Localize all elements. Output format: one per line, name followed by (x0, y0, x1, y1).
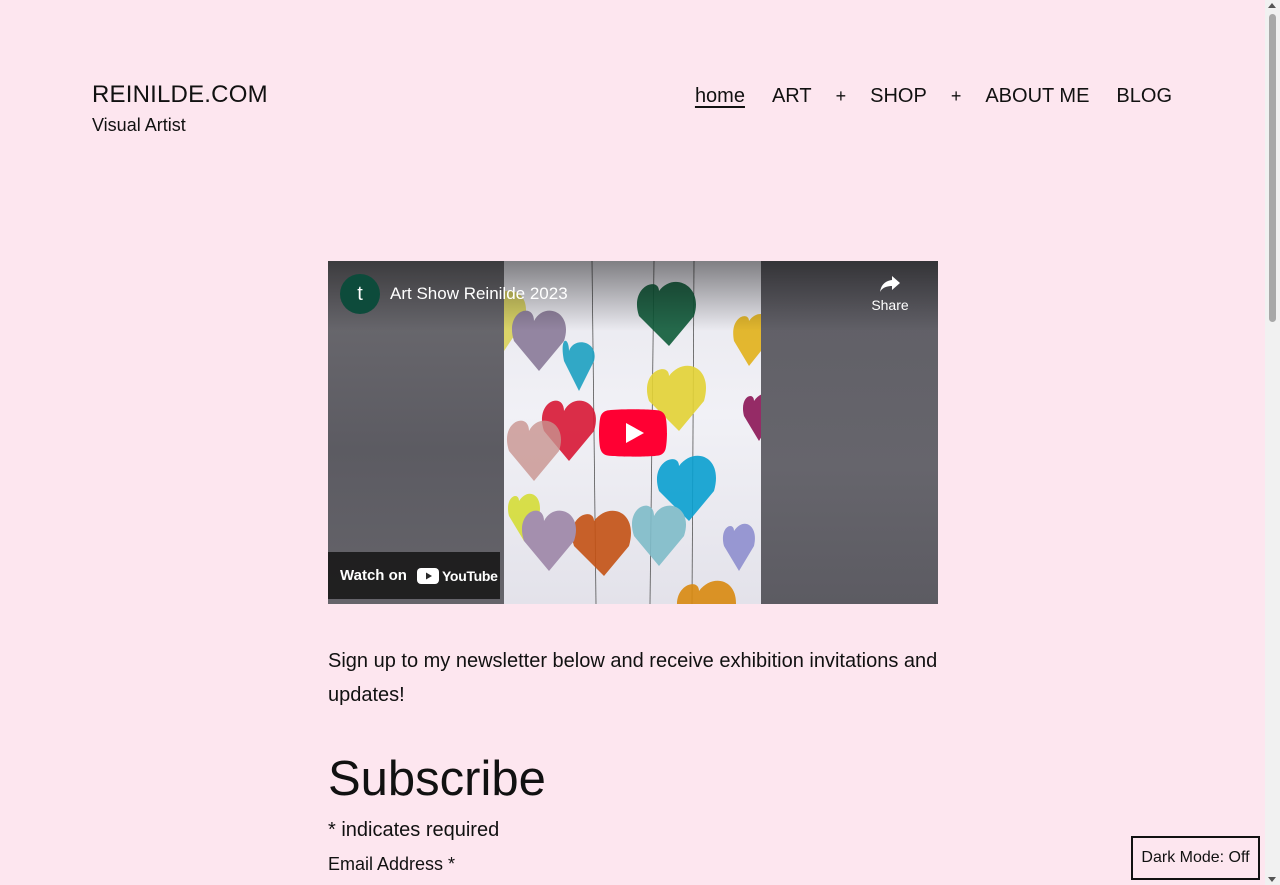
branding: REINILDE.COM Visual Artist (92, 80, 268, 136)
site-title-link[interactable]: REINILDE.COM (92, 80, 268, 110)
video-title[interactable]: Art Show Reinilde 2023 (390, 284, 568, 304)
email-address-label: Email Address * (328, 854, 456, 874)
scroll-thumb[interactable] (1269, 14, 1276, 322)
nav-item-shop[interactable]: SHOP (870, 82, 927, 110)
nav-item-art[interactable]: ART (772, 82, 812, 110)
share-button[interactable]: Share (870, 275, 910, 313)
subscribe-heading: Subscribe (328, 752, 546, 806)
site-header: REINILDE.COM Visual Artist home ART + SH… (0, 0, 1265, 200)
youtube-play-icon (416, 567, 439, 584)
main-content: Sign up to my newsletter below and recei… (328, 644, 940, 876)
youtube-wordmark: YouTube (441, 567, 498, 584)
youtube-logo: YouTube (416, 567, 498, 584)
watch-on-youtube-link[interactable]: Watch on YouTube (328, 552, 500, 599)
nav-item-about-me[interactable]: ABOUT ME (985, 82, 1089, 110)
dark-mode-toggle[interactable]: Dark Mode: Off (1131, 836, 1260, 880)
page-scrollbar[interactable] (1265, 0, 1280, 885)
nav-item-blog[interactable]: BLOG (1116, 82, 1172, 110)
channel-avatar[interactable]: t (340, 274, 380, 314)
shop-submenu-toggle[interactable]: + (947, 82, 966, 110)
primary-nav: home ART + SHOP + ABOUT ME BLOG (695, 82, 1172, 110)
art-submenu-toggle[interactable]: + (832, 82, 851, 110)
share-label: Share (871, 297, 909, 313)
nav-item-home[interactable]: home (695, 82, 745, 110)
share-arrow-icon (880, 276, 900, 292)
newsletter-intro: Sign up to my newsletter below and recei… (328, 650, 938, 706)
scroll-up-arrow-icon[interactable] (1268, 3, 1276, 8)
scroll-down-arrow-icon[interactable] (1268, 877, 1276, 882)
youtube-video-embed[interactable]: t Art Show Reinilde 2023 Share Watch on … (328, 261, 938, 604)
site-tagline: Visual Artist (92, 115, 186, 135)
play-button-icon[interactable] (599, 409, 667, 457)
watch-on-label: Watch on (340, 567, 407, 584)
required-note: * indicates required (328, 819, 500, 841)
